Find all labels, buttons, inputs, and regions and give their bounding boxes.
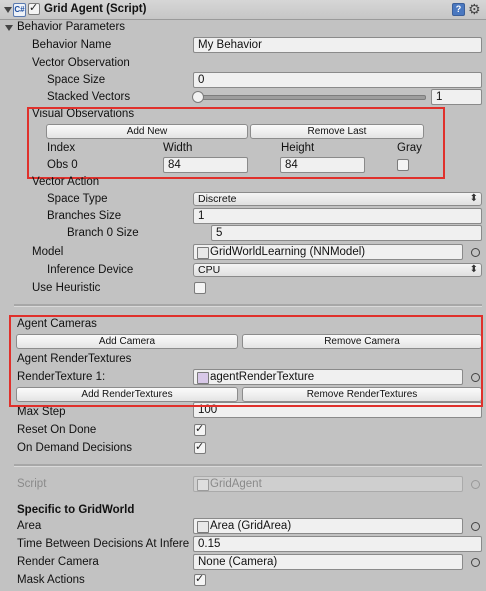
render-camera-field[interactable]: None (Camera) [193, 554, 463, 570]
script-file-icon [197, 479, 209, 491]
vector-observation-label: Vector Observation [32, 57, 130, 69]
object-picker-icon [471, 480, 480, 489]
branch-0-size-field[interactable]: 5 [211, 225, 482, 241]
behavior-name-label: Behavior Name [32, 39, 112, 51]
script-label: Script [17, 478, 47, 490]
model-field[interactable]: GridWorldLearning (NNModel) [193, 244, 463, 260]
gear-icon[interactable]: ⚙ [468, 0, 481, 18]
space-type-label: Space Type [47, 193, 108, 205]
stacked-vectors-slider-knob[interactable] [192, 91, 204, 103]
behavior-parameters-foldout-icon[interactable] [5, 25, 13, 31]
nn-model-icon [197, 247, 209, 259]
area-label: Area [17, 520, 42, 532]
branches-size-label: Branches Size [47, 210, 122, 222]
behavior-name-field[interactable]: My Behavior [193, 37, 482, 53]
gridworld-section-label: Specific to GridWorld [17, 504, 135, 516]
grid-area-icon [197, 521, 209, 533]
inference-device-label: Inference Device [47, 264, 134, 276]
script-value: GridAgent [210, 478, 262, 490]
behavior-parameters-label: Behavior Parameters [17, 21, 126, 33]
component-title: Grid Agent (Script) [44, 3, 147, 15]
model-value: GridWorldLearning (NNModel) [210, 246, 366, 258]
object-picker-icon[interactable] [471, 558, 480, 567]
branch-0-size-label: Branch 0 Size [67, 227, 139, 239]
agent-cameras-highlight [9, 315, 483, 407]
object-picker-icon[interactable] [471, 522, 480, 531]
component-header: C# Grid Agent (Script) ? ⚙ [0, 0, 486, 20]
script-icon: C# [13, 3, 26, 17]
stacked-vectors-slider-track[interactable] [196, 95, 426, 100]
use-heuristic-checkbox[interactable] [194, 282, 206, 294]
stacked-vectors-label: Stacked Vectors [47, 91, 131, 103]
mask-actions-label: Mask Actions [17, 574, 85, 586]
object-picker-icon[interactable] [471, 248, 480, 257]
stacked-vectors-field[interactable]: 1 [431, 89, 482, 105]
space-size-field[interactable]: 0 [193, 72, 482, 88]
space-size-label: Space Size [47, 74, 106, 86]
dropdown-arrow-icon: ⬍ [469, 264, 478, 275]
use-heuristic-label: Use Heuristic [32, 282, 101, 294]
divider [14, 464, 482, 467]
space-type-dropdown[interactable]: Discrete ⬍ [193, 192, 482, 206]
inference-device-dropdown[interactable]: CPU ⬍ [193, 263, 482, 277]
model-label: Model [32, 246, 64, 258]
divider [14, 304, 482, 307]
dropdown-arrow-icon: ⬍ [469, 193, 478, 204]
vector-action-label: Vector Action [32, 176, 100, 188]
help-icon[interactable]: ? [452, 3, 465, 16]
reset-on-done-label: Reset On Done [17, 424, 97, 436]
reset-on-done-checkbox[interactable] [194, 422, 206, 436]
render-camera-label: Render Camera [17, 556, 99, 568]
on-demand-decisions-label: On Demand Decisions [17, 442, 133, 454]
time-between-decisions-label: Time Between Decisions At Infere [17, 538, 190, 550]
mask-actions-checkbox[interactable] [194, 572, 206, 586]
branches-size-field[interactable]: 1 [193, 208, 482, 224]
visual-observations-highlight [27, 107, 445, 179]
time-between-decisions-field[interactable]: 0.15 [193, 536, 482, 552]
on-demand-decisions-checkbox[interactable] [194, 440, 206, 454]
collapse-arrow-icon[interactable] [4, 7, 12, 13]
area-field[interactable]: Area (GridArea) [193, 518, 463, 534]
component-enabled-checkbox[interactable] [28, 1, 40, 15]
space-type-value: Discrete [198, 193, 237, 205]
inference-device-value: CPU [198, 264, 221, 276]
script-field: GridAgent [193, 476, 463, 492]
area-value: Area (GridArea) [210, 520, 292, 532]
